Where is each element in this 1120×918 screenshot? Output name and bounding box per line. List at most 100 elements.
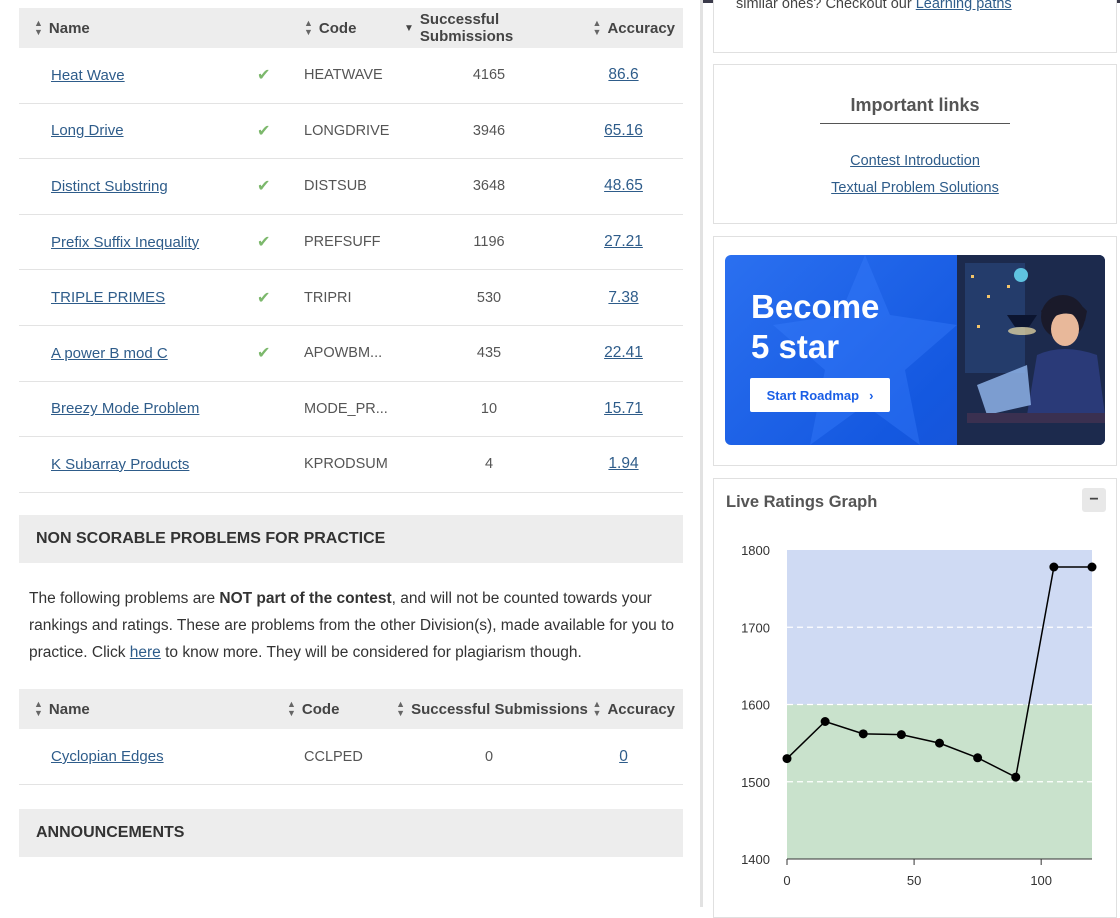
- y-tick-label: 1700: [741, 620, 770, 635]
- problem-link[interactable]: Cyclopian Edges: [51, 748, 164, 765]
- problem-code: HEATWAVE: [304, 67, 383, 84]
- table-row: Long Drive ✔ LONGDRIVE 3946 65.16: [19, 104, 683, 160]
- important-links-title: Important links: [850, 95, 980, 115]
- start-roadmap-button[interactable]: Start Roadmap ›: [750, 378, 890, 412]
- problem-link[interactable]: Heat Wave: [51, 67, 125, 84]
- problem-link[interactable]: K Subarray Products: [51, 456, 189, 473]
- header-name[interactable]: ▲ ▼ Name: [19, 19, 304, 37]
- learning-paths-box: similar ones? Checkout our Learning path…: [713, 0, 1117, 53]
- sort-icon: ▲ ▼: [592, 699, 602, 718]
- check-icon: ✔: [257, 345, 271, 363]
- sort-icon: ▲ ▼: [34, 18, 43, 37]
- table-row: A power B mod C ✔ APOWBM... 435 22.41: [19, 326, 683, 382]
- rating-point: [820, 716, 830, 726]
- accuracy-link[interactable]: 48.65: [604, 177, 643, 194]
- banner-line-2: 5 star: [751, 328, 840, 365]
- rating-point: [782, 754, 792, 764]
- rating-point: [1087, 562, 1097, 572]
- accuracy-link[interactable]: 22.41: [604, 344, 643, 361]
- problem-code: PREFSUFF: [304, 234, 381, 251]
- problem-code: LONGDRIVE: [304, 122, 390, 139]
- problem-link[interactable]: Distinct Substring: [51, 178, 168, 195]
- sort-icon: ▲ ▼: [34, 699, 43, 718]
- rating-point: [1049, 562, 1059, 572]
- header-accuracy[interactable]: ▲ ▼ Accuracy: [592, 18, 683, 37]
- table-row: Prefix Suffix Inequality ✔ PREFSUFF 1196 27.…: [19, 215, 683, 271]
- rating-point: [1011, 772, 1021, 782]
- x-tick-label: 50: [907, 873, 921, 888]
- y-tick-label: 1600: [741, 698, 770, 713]
- accuracy-link[interactable]: 27.21: [604, 233, 643, 250]
- textual-solutions-link[interactable]: Textual Problem Solutions: [831, 180, 999, 196]
- table-row: Heat Wave ✔ HEATWAVE 4165 86.6: [19, 48, 683, 104]
- table-row: K Subarray Products KPRODSUM 4 1.94: [19, 437, 683, 493]
- accuracy-link[interactable]: 15.71: [604, 400, 643, 417]
- here-link[interactable]: here: [130, 644, 161, 661]
- check-icon: ✔: [257, 178, 271, 196]
- rating-point: [973, 753, 983, 763]
- live-ratings-box: Live Ratings Graph − 1400 1500 1600 1700 180…: [713, 478, 1117, 918]
- successful-submissions: 10: [480, 400, 498, 417]
- y-tick-label: 1800: [741, 543, 770, 558]
- problem-link[interactable]: A power B mod C: [51, 345, 168, 362]
- non-scorable-description: The following problems are NOT part of t…: [29, 590, 674, 661]
- header-code[interactable]: ▲ ▼ Code: [304, 19, 404, 37]
- learning-paths-link[interactable]: Learning paths: [916, 0, 1012, 12]
- header-successful-submissions[interactable]: ▼ Successful Submissions: [404, 11, 594, 45]
- successful-submissions: 530: [476, 289, 502, 306]
- accuracy-link[interactable]: 1.94: [608, 455, 638, 472]
- y-tick-label: 1500: [741, 775, 770, 790]
- sort-icon: ▲ ▼: [304, 18, 313, 37]
- ratings-line-chart: 1400 1500 1600 1700 1800 0 50 100: [741, 543, 1097, 888]
- header-accuracy[interactable]: ▲ ▼ Accuracy: [592, 700, 683, 718]
- y-tick-label: 1400: [741, 852, 770, 867]
- contest-introduction-link[interactable]: Contest Introduction: [850, 153, 980, 169]
- successful-submissions: 3648: [472, 178, 506, 195]
- table-row: Distinct Substring ✔ DISTSUB 3648 48.65: [19, 159, 683, 215]
- successful-submissions: 0: [484, 748, 494, 765]
- rating-point: [858, 729, 868, 739]
- sort-icon: ▲ ▼: [592, 18, 602, 37]
- accuracy-link[interactable]: 65.16: [604, 122, 643, 139]
- important-links-box: Important links Contest Introduction Tex…: [713, 64, 1117, 224]
- table-header: ▲ ▼ Name ▲ ▼ Code ▼ Successful Submissions…: [19, 8, 683, 48]
- problem-code: APOWBM...: [304, 345, 383, 362]
- non-scorable-heading: NON SCORABLE PROBLEMS FOR PRACTICE: [19, 515, 683, 563]
- successful-submissions: 4165: [472, 67, 506, 84]
- table-header: ▲ ▼ Name ▲ ▼ Code ▲ ▼ Successful Submission…: [19, 689, 683, 729]
- chevron-right-icon: ›: [869, 387, 874, 403]
- successful-submissions: 3946: [472, 122, 506, 139]
- problem-link[interactable]: TRIPLE PRIMES: [51, 289, 165, 306]
- successful-submissions: 4: [484, 456, 494, 473]
- coder-illustration: [957, 255, 1105, 445]
- rating-point: [935, 738, 944, 748]
- header-code[interactable]: ▲ ▼ Code: [287, 700, 392, 718]
- successful-submissions: 1196: [473, 234, 505, 251]
- problems-panel: ▲ ▼ Name ▲ ▼ Code ▼ Successful Submissions…: [0, 0, 700, 907]
- problem-code: TRIPRI: [304, 289, 352, 306]
- header-successful-submissions[interactable]: ▲ ▼ Successful Submissions: [392, 700, 592, 718]
- rating-point: [896, 730, 906, 740]
- check-icon: ✔: [257, 67, 271, 85]
- problem-link[interactable]: Breezy Mode Problem: [51, 400, 199, 417]
- accuracy-link[interactable]: 0: [619, 748, 628, 765]
- problem-code: MODE_PR...: [304, 400, 388, 417]
- problem-link[interactable]: Long Drive: [51, 122, 124, 139]
- table-row: Breezy Mode Problem MODE_PR... 10 15.71: [19, 382, 683, 438]
- sort-icon: ▲ ▼: [287, 699, 296, 718]
- become-5-star-banner[interactable]: Become 5 star Start Roadmap ›: [725, 255, 1105, 445]
- header-name[interactable]: ▲ ▼ Name: [19, 700, 287, 718]
- accuracy-link[interactable]: 7.38: [608, 289, 638, 306]
- problem-link[interactable]: Prefix Suffix Inequality: [51, 234, 199, 251]
- problem-code: CCLPED: [304, 748, 363, 765]
- table-row: TRIPLE PRIMES ✔ TRIPRI 530 7.38: [19, 270, 683, 326]
- check-icon: ✔: [257, 234, 271, 252]
- accuracy-link[interactable]: 86.6: [608, 66, 638, 83]
- problem-code: DISTSUB: [304, 178, 367, 195]
- check-icon: ✔: [257, 289, 271, 307]
- banner-box: Become 5 star Start Roadmap ›: [713, 236, 1117, 466]
- sidebar: similar ones? Checkout our Learning path…: [703, 0, 1120, 918]
- non-scorable-problems-table: ▲ ▼ Name ▲ ▼ Code ▲ ▼ Successful Submission…: [19, 689, 683, 785]
- announcements-heading: ANNOUNCEMENTS: [19, 809, 683, 857]
- scorable-problems-table: ▲ ▼ Name ▲ ▼ Code ▼ Successful Submissions…: [19, 8, 683, 493]
